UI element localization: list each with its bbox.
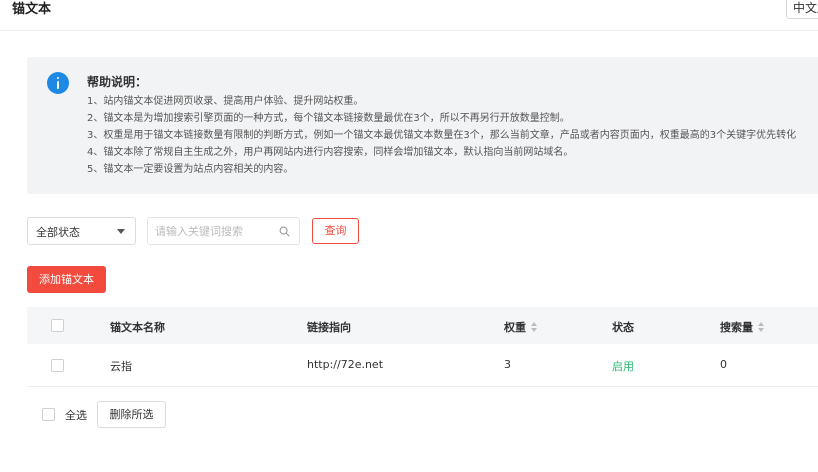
help-item: 2、锚文本是为增加搜索引擎页面的一种方式，每个锚文本链接数量最优在3个，所以不再… — [87, 113, 570, 124]
column-header-weight[interactable]: 权重 — [504, 319, 537, 335]
cell-link: http://72e.net — [307, 358, 384, 371]
cell-name: 云指 — [110, 360, 132, 373]
search-field[interactable] — [147, 217, 300, 245]
status-filter-select[interactable]: 全部状态 — [27, 217, 136, 245]
query-button[interactable]: 查询 — [312, 218, 359, 244]
info-icon — [47, 72, 69, 94]
status-filter-value: 全部状态 — [36, 226, 80, 239]
sort-icon[interactable] — [758, 322, 764, 332]
column-header-search-count[interactable]: 搜索量 — [720, 319, 764, 335]
language-select[interactable]: 中文版 — [786, 0, 818, 19]
header-checkbox[interactable] — [51, 319, 64, 332]
help-item: 1、站内锚文本促进网页收录、提高用户体验、提升网站权重。 — [87, 96, 364, 107]
add-anchor-text-button[interactable]: 添加锚文本 — [27, 266, 106, 293]
chevron-down-icon — [117, 229, 125, 234]
help-item: 3、权重是用于锚文本链接数量有限制的判断方式，例如一个锚文本最优锚文本数量在3个… — [87, 130, 797, 141]
table-header: 锚文本名称 链接指向 权重 状态 搜索量 — [27, 307, 818, 344]
column-header-weight-label: 权重 — [504, 321, 526, 334]
help-item: 4、锚文本除了常规自主生成之外，用户再网站内进行内容搜索，同样会增加锚文本，默认… — [87, 147, 574, 158]
help-title: 帮助说明： — [87, 75, 148, 89]
select-all-label: 全选 — [65, 409, 87, 422]
delete-selected-button[interactable]: 删除所选 — [97, 401, 166, 428]
column-header-link: 链接指向 — [307, 321, 351, 334]
help-box: 帮助说明： 1、站内锚文本促进网页收录、提高用户体验、提升网站权重。 2、锚文本… — [27, 57, 818, 194]
help-item: 5、锚文本一定要设置为站点内容相关的内容。 — [87, 164, 294, 175]
status-badge: 启用 — [612, 360, 634, 373]
column-header-status: 状态 — [612, 321, 634, 334]
help-list: 1、站内锚文本促进网页收录、提高用户体验、提升网站权重。 2、锚文本是为增加搜索… — [87, 93, 796, 178]
cell-search-count: 0 — [720, 358, 727, 371]
row-checkbox[interactable] — [51, 359, 64, 372]
footer-bar: 全选 删除所选 — [27, 397, 818, 433]
cell-weight: 3 — [504, 358, 511, 371]
page-title: 锚文本 — [12, 2, 52, 17]
sort-icon[interactable] — [531, 322, 537, 332]
column-header-name: 锚文本名称 — [110, 321, 165, 334]
select-all-checkbox[interactable] — [42, 408, 55, 421]
column-header-search-count-label: 搜索量 — [720, 321, 753, 334]
table-row: 云指 http://72e.net 3 启用 0 — [27, 344, 818, 387]
top-bar: 锚文本 中文版 — [0, 0, 818, 31]
search-icon[interactable] — [279, 226, 290, 237]
search-input[interactable] — [155, 223, 275, 239]
